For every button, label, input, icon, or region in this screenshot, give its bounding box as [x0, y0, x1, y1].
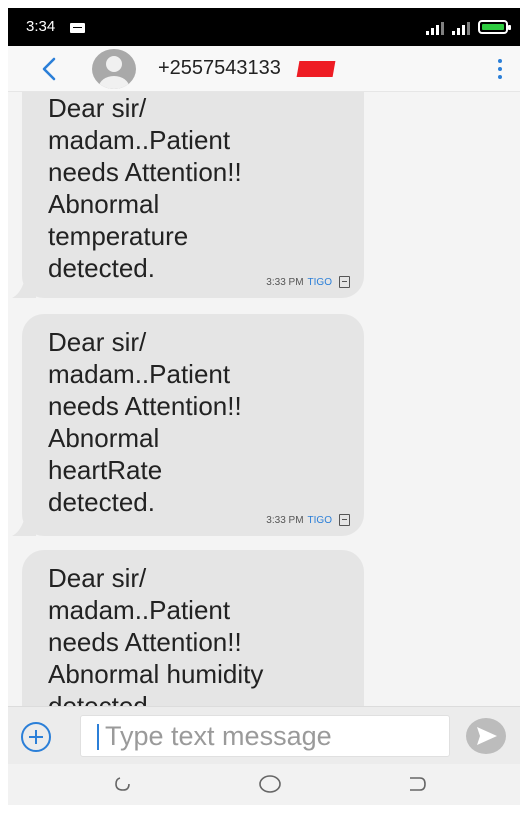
- message-text: Dear sir/ madam..Patient needs Attention…: [48, 327, 242, 517]
- conversation-header: +2557543133: [8, 46, 520, 92]
- message-list[interactable]: Dear sir/ madam..Patient needs Attention…: [8, 92, 520, 706]
- message-bubble[interactable]: Dear sir/ madam..Patient needs Attention…: [12, 314, 364, 536]
- sim-icon: [339, 514, 350, 526]
- send-icon[interactable]: [466, 718, 506, 754]
- status-bar: 3:34: [8, 8, 520, 46]
- message-carrier: TIGO: [307, 514, 332, 526]
- back-chevron-icon[interactable]: [34, 54, 64, 84]
- text-cursor: [97, 724, 99, 750]
- message-meta: 3:33 PM TIGO: [266, 276, 350, 288]
- system-nav-bar: [8, 764, 520, 805]
- sim-icon: [339, 276, 350, 288]
- bubble-tail: [12, 520, 36, 536]
- message-text: Dear sir/ madam..Patient needs Attention…: [48, 563, 264, 706]
- message-notification-icon: [70, 23, 85, 33]
- back-nav-icon[interactable]: [112, 774, 138, 794]
- contact-number: +2557543133: [158, 57, 281, 79]
- add-attachment-icon[interactable]: [20, 721, 52, 753]
- message-text: Dear sir/ madam..Patient needs Attention…: [48, 93, 242, 283]
- message-bubble[interactable]: Dear sir/ madam..Patient needs Attention…: [12, 92, 364, 298]
- avatar[interactable]: [92, 49, 136, 89]
- message-time: 3:33 PM: [266, 276, 304, 288]
- home-nav-icon[interactable]: [257, 774, 283, 794]
- signal-strength-icon: [452, 21, 474, 35]
- message-input-placeholder: Type text message: [105, 721, 332, 751]
- battery-icon: [478, 20, 511, 34]
- recents-nav-icon[interactable]: [404, 774, 430, 794]
- message-meta: 3:33 PM TIGO: [266, 514, 350, 526]
- message-input[interactable]: Type text message: [80, 715, 450, 757]
- signal-strength-icon: [426, 21, 448, 35]
- message-bubble[interactable]: Dear sir/ madam..Patient needs Attention…: [22, 550, 364, 706]
- redaction-mark: [296, 61, 336, 77]
- message-carrier: TIGO: [307, 276, 332, 288]
- more-vert-icon[interactable]: [494, 58, 506, 82]
- message-time: 3:33 PM: [266, 514, 304, 526]
- bubble-tail: [12, 282, 36, 298]
- compose-bar: Type text message: [8, 706, 520, 764]
- phone-screen: 3:34 +2557543133 Dear sir/ madam..Patien…: [8, 8, 520, 805]
- status-time: 3:34: [26, 18, 56, 35]
